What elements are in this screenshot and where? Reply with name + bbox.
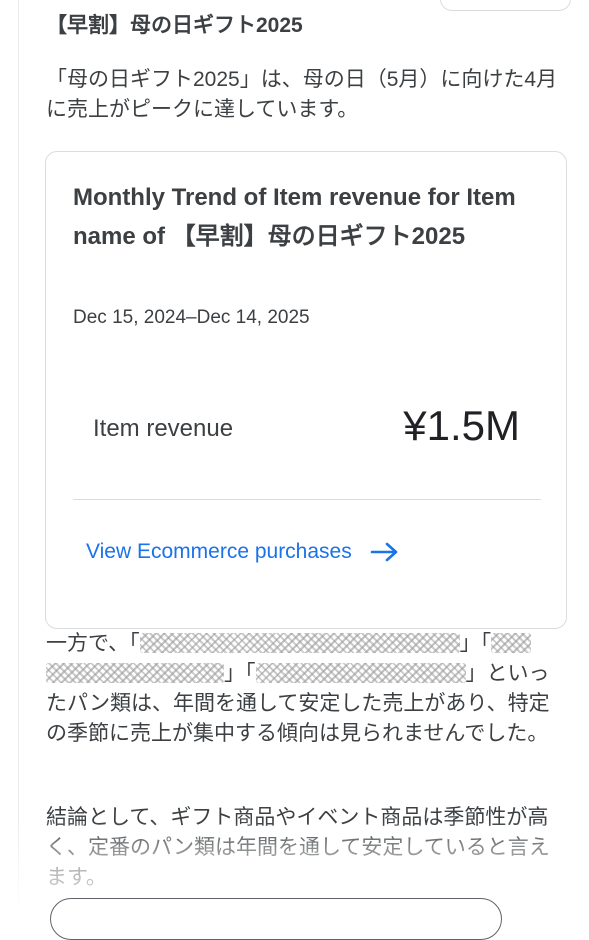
section-heading: 【早割】母の日ギフト2025 xyxy=(46,14,303,37)
comparison-paragraph: 一方で、「 」「」「 」といったパン類は、年間を通して安定した売上があり、特定の季節… xyxy=(46,629,566,749)
conclusion-paragraph: 結論として、ギフト商品やイベント商品は季節性が高く、定番のパン類は年間を通して安… xyxy=(46,806,550,889)
card-title: Monthly Trend of Item revenue for Item n… xyxy=(73,184,516,250)
redacted-product-name xyxy=(255,663,466,683)
bottom-input-pill[interactable] xyxy=(50,898,502,940)
metric-value: ¥1.5M xyxy=(403,402,520,449)
metric-label: Item revenue xyxy=(93,415,234,442)
date-range: Dec 15, 2024–Dec 14, 2025 xyxy=(73,307,310,328)
card-divider xyxy=(73,499,541,500)
redacted-product-name xyxy=(491,633,532,653)
link-label: View Ecommerce purchases xyxy=(86,540,352,563)
redacted-product-name xyxy=(139,633,460,653)
view-ecommerce-purchases-link[interactable]: View Ecommerce purchases xyxy=(86,540,400,564)
paragraph-text: 一方で、「 xyxy=(46,632,140,655)
content-left-border xyxy=(18,0,19,907)
summary-paragraph: 「母の日ギフト2025」は、母の日（5月）に向けた4月に売上がピークに達していま… xyxy=(46,68,558,121)
redacted-product-name xyxy=(46,663,224,683)
arrow-right-icon xyxy=(370,541,400,563)
paragraph-text: 」「 xyxy=(459,632,492,655)
paragraph-text: 」「 xyxy=(224,662,256,685)
chart-card: Monthly Trend of Item revenue for Item n… xyxy=(45,151,567,629)
previous-card-edge xyxy=(440,0,571,11)
